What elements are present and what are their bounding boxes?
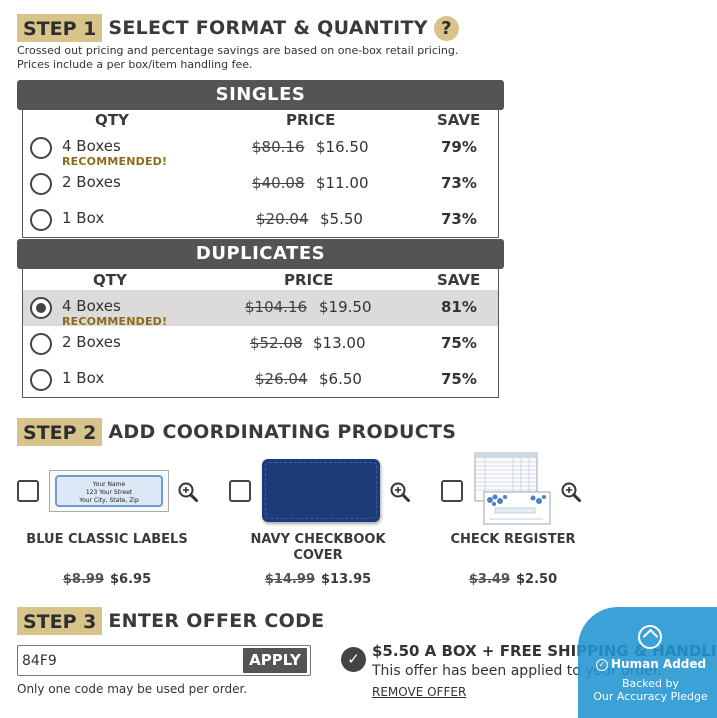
singles-qty-heading: QTY [95,111,129,129]
pledge-line: Backed by [621,677,680,690]
step3-header: STEP 3 ENTER OFFER CODE [17,607,324,635]
original-price: $80.16 [252,138,305,156]
original-price: $40.08 [252,174,305,192]
sale-price: $6.50 [319,370,362,388]
blue-labels-image[interactable]: Your Name 123 Your Street Your City, Sta… [49,470,169,512]
step1-badge: STEP 1 [17,14,103,42]
sale-price: $16.50 [316,138,369,156]
one-code-note: Only one code may be used per order. [17,682,248,696]
qty-label: 1 Box [62,369,105,387]
radio-button[interactable] [30,333,52,355]
radio-button[interactable] [30,209,52,231]
savings-percent: 73% [441,210,477,228]
navy-cover-price: $14.99 $13.95 [228,572,408,587]
check-register-price: $3.49 $2.50 [423,572,603,587]
check-circle-icon: ✓ [596,659,608,671]
human-added-text: Human Added [611,657,707,671]
savings-percent: 81% [441,298,477,316]
checkmark-icon: ✓ [341,647,366,672]
original-price: $14.99 [264,572,315,587]
singles-option-2-boxes[interactable]: 2 Boxes $40.08 $11.00 73% [23,166,498,202]
label-sample-line: Your Name [92,481,126,488]
pricing-notice: Crossed out pricing and percentage savin… [17,44,458,72]
singles-option-4-boxes[interactable]: 4 Boxes RECOMMENDED! $80.16 $16.50 79% [23,130,498,168]
radio-button[interactable] [30,137,52,159]
qty-label: 4 Boxes [62,297,121,315]
duplicates-option-1-box[interactable]: 1 Box $26.04 $6.50 75% [23,362,498,398]
qty-label: 4 Boxes [62,137,121,155]
sale-price: $11.00 [316,174,369,192]
duplicates-header: DUPLICATES [17,239,504,269]
step1-header: STEP 1 SELECT FORMAT & QUANTITY ? [17,14,459,42]
step3-badge: STEP 3 [17,607,103,635]
pledge-text: Backed by Our Accuracy Pledge [578,677,717,703]
blue-labels-checkbox[interactable] [17,480,39,502]
product-name-line: NAVY CHECKBOOK [250,532,386,547]
original-price: $3.49 [468,572,510,587]
label-sample-line: 123 Your Street [85,489,133,496]
savings-percent: 73% [441,174,477,192]
qty-label: 2 Boxes [62,333,121,351]
radio-button[interactable] [30,173,52,195]
label-sample-line: Your City, State, Zip [79,497,139,504]
radio-button[interactable] [30,369,52,391]
sale-price: $2.50 [516,572,558,587]
zoom-icon[interactable] [389,481,411,503]
human-added-label: ✓ Human Added [596,657,706,671]
sale-price: $6.95 [110,572,152,587]
radio-button-selected[interactable] [30,297,52,319]
product-name-line: COVER [293,548,343,563]
zoom-icon[interactable] [177,481,199,503]
qty-label: 2 Boxes [62,173,121,191]
savings-percent: 75% [441,334,477,352]
original-price: $104.16 [245,298,308,316]
step3-title: ENTER OFFER CODE [108,610,325,632]
accuracy-pledge-badge[interactable]: ✓ Human Added Backed by Our Accuracy Pled… [578,607,717,718]
help-icon[interactable]: ? [433,15,459,41]
check-register-image[interactable] [473,452,552,528]
product-name-line: CHECK REGISTER [450,532,576,547]
original-price: $52.08 [250,334,303,352]
label-sample: Your Name 123 Your Street Your City, Sta… [55,475,163,507]
product-name-line: BLUE CLASSIC LABELS [26,532,188,547]
original-price: $20.04 [256,210,309,228]
savings-percent: 75% [441,370,477,388]
blue-labels-name: BLUE CLASSIC LABELS [17,532,197,548]
duplicates-save-heading: SAVE [437,271,481,289]
duplicates-price-heading: PRICE [284,271,334,289]
step1-title: SELECT FORMAT & QUANTITY [108,17,428,39]
step2-badge: STEP 2 [17,418,103,446]
blue-labels-price: $8.99 $6.95 [17,572,197,587]
duplicates-option-2-boxes[interactable]: 2 Boxes $52.08 $13.00 75% [23,326,498,362]
step2-title: ADD COORDINATING PRODUCTS [108,421,457,443]
original-price: $26.04 [255,370,308,388]
singles-price-heading: PRICE [286,111,336,129]
remove-offer-link[interactable]: REMOVE OFFER [372,685,466,699]
singles-option-1-box[interactable]: 1 Box $20.04 $5.50 73% [23,202,498,238]
qty-label: 1 Box [62,209,105,227]
pricing-notice-line1: Crossed out pricing and percentage savin… [17,44,459,57]
check-register-name: CHECK REGISTER [423,532,603,548]
singles-header: SINGLES [17,80,504,110]
original-price: $8.99 [62,572,104,587]
singles-save-heading: SAVE [437,111,481,129]
sale-price: $13.95 [321,572,372,587]
sale-price: $13.00 [313,334,366,352]
pledge-logo-icon [638,625,662,649]
step2-header: STEP 2 ADD COORDINATING PRODUCTS [17,418,456,446]
navy-cover-name: NAVY CHECKBOOK COVER [228,532,408,564]
sale-price: $5.50 [320,210,363,228]
savings-percent: 79% [441,138,477,156]
navy-cover-image[interactable] [262,459,380,522]
duplicates-qty-heading: QTY [93,271,127,289]
zoom-icon[interactable] [560,481,582,503]
apply-button[interactable]: APPLY [243,648,307,673]
duplicates-option-4-boxes[interactable]: 4 Boxes RECOMMENDED! $104.16 $19.50 81% [23,290,498,328]
check-register-checkbox[interactable] [441,480,463,502]
pricing-notice-line2: Prices include a per box/item handling f… [17,58,253,71]
navy-cover-checkbox[interactable] [229,480,251,502]
pledge-line: Our Accuracy Pledge [593,690,708,703]
sale-price: $19.50 [319,298,372,316]
